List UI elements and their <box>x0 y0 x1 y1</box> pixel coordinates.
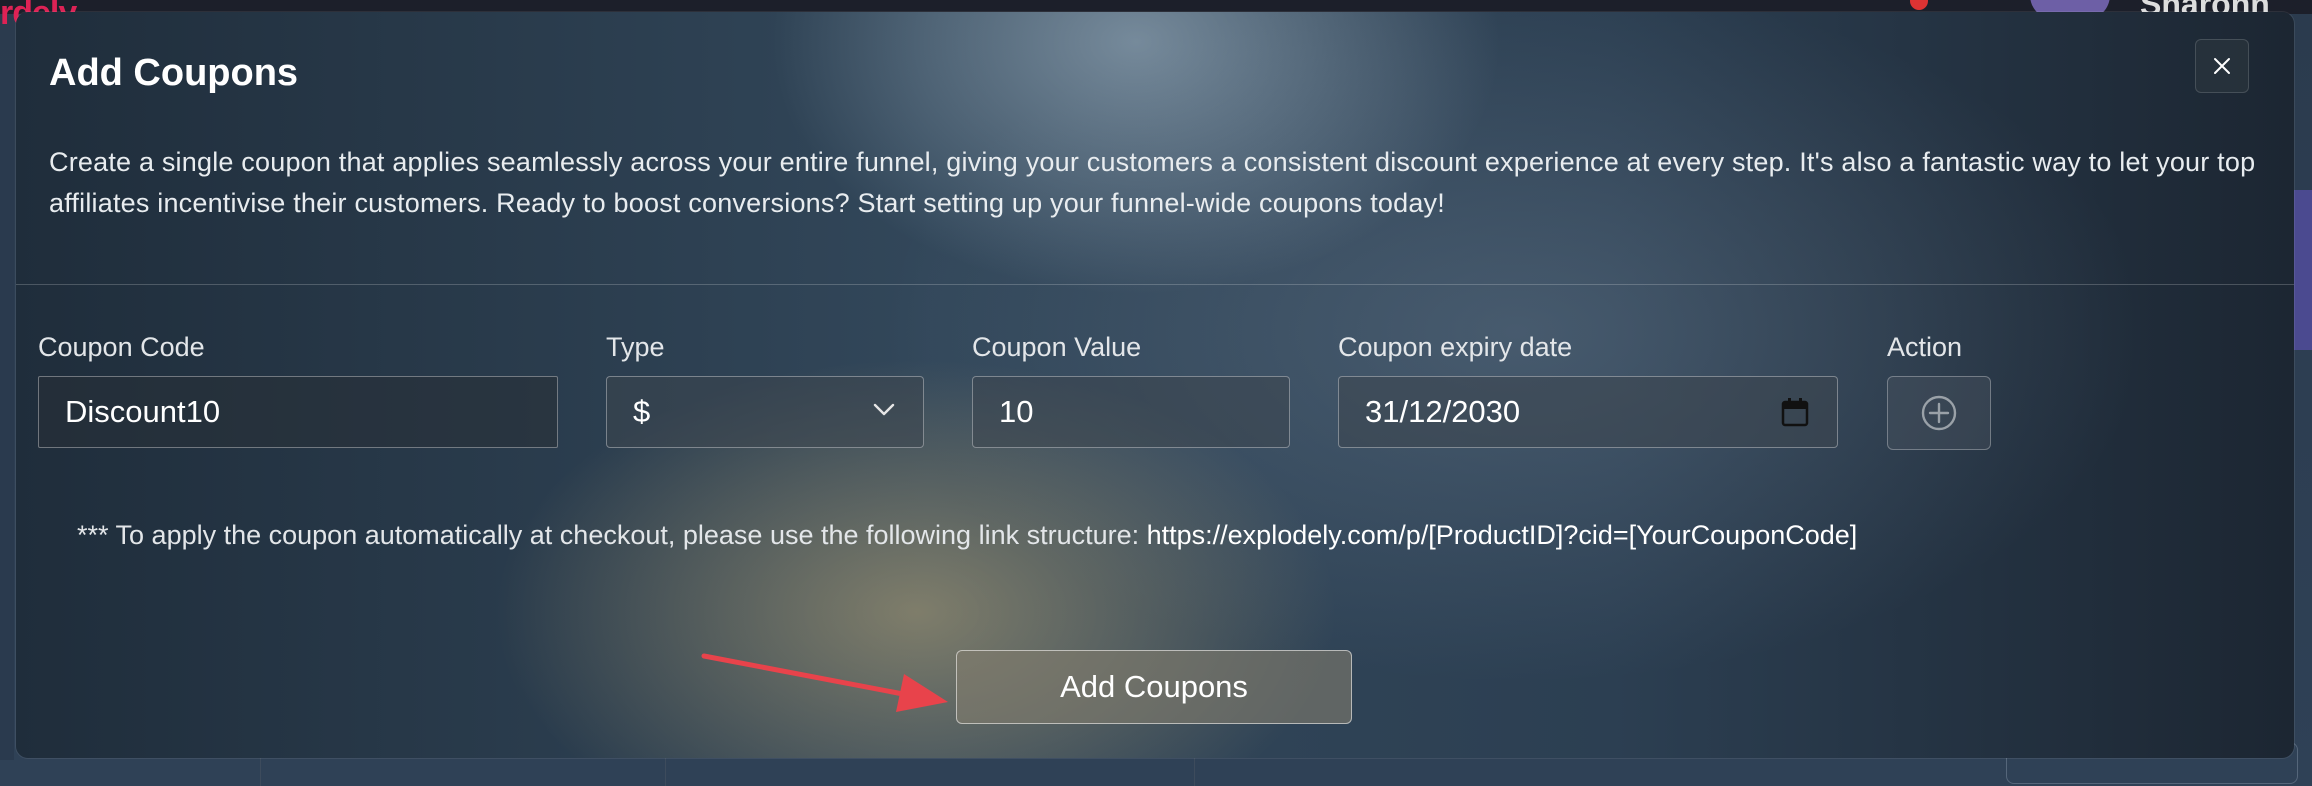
calendar-icon[interactable] <box>1781 397 1809 427</box>
note-text: *** To apply the coupon automatically at… <box>77 520 1147 550</box>
coupon-code-input[interactable]: Discount10 <box>38 376 558 448</box>
action-label: Action <box>1887 332 1963 362</box>
add-circle-icon <box>1921 395 1957 431</box>
notification-badge <box>1910 0 1928 10</box>
expiry-date-input[interactable]: 31/12/2030 <box>1338 376 1838 448</box>
type-select[interactable]: $ <box>606 376 924 448</box>
annotation-arrow <box>701 653 948 712</box>
expiry-date-label: Coupon expiry date <box>1338 332 1573 362</box>
chevron-down-icon <box>873 403 895 416</box>
type-value: $ <box>633 394 651 429</box>
checkout-link-note: *** To apply the coupon automatically at… <box>77 520 1857 551</box>
modal-description: Create a single coupon that applies seam… <box>49 147 2256 218</box>
background-sidebar <box>0 60 14 760</box>
type-label: Type <box>606 332 665 362</box>
divider <box>16 284 2294 285</box>
add-coupons-modal: Add Coupons Create a single coupon that … <box>16 12 2294 758</box>
link-structure: https://explodely.com/p/[ProductID]?cid=… <box>1146 520 1858 550</box>
coupon-value-input[interactable]: 10 <box>972 376 1290 448</box>
close-button[interactable] <box>2195 39 2249 93</box>
modal-title: Add Coupons <box>49 52 299 94</box>
coupon-value-label: Coupon Value <box>972 332 1142 362</box>
close-icon <box>2214 58 2230 74</box>
add-coupons-button[interactable]: Add Coupons <box>956 650 1352 724</box>
background-panel <box>2294 190 2312 350</box>
add-row-button[interactable] <box>1887 376 1991 450</box>
coupon-value-value: 10 <box>999 394 1034 429</box>
coupon-code-label: Coupon Code <box>38 332 205 362</box>
expiry-date-value: 31/12/2030 <box>1365 394 1521 429</box>
coupon-code-value: Discount10 <box>65 394 221 429</box>
